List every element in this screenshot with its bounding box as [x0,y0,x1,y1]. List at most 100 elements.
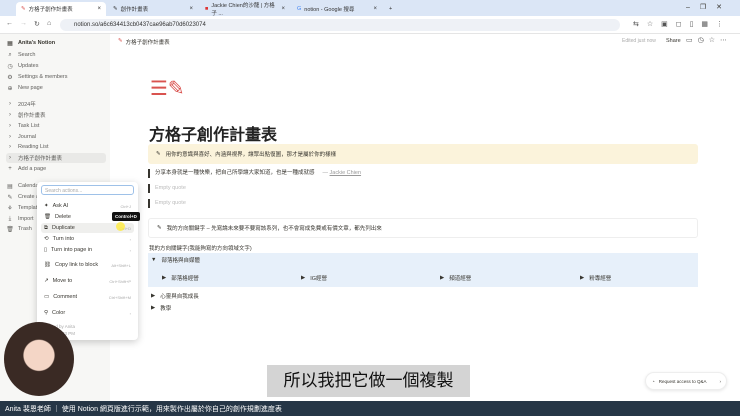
empty-quote[interactable]: Empty quote [148,184,186,193]
pencil-icon: ✎ [156,151,161,157]
page-title[interactable]: 方格子創作計畫表 [149,121,277,145]
workspace-switcher[interactable]: ▦ Anita's Notion [6,38,106,48]
page-icon: ✎ [118,38,123,44]
close-icon[interactable]: × [189,6,193,12]
callout-block[interactable]: ✎ 我的方向關鍵字 – 先寫論未來要不要寫該系列，也不會寫成免費或有價文章，都先列… [148,218,698,238]
tab-3[interactable]: ■ Jackie Chien的沙龍 | 方格子 ... × [200,2,290,17]
gear-icon: ⚙ [7,74,13,81]
close-icon[interactable]: × [373,6,377,12]
triangle-right-icon: ▶ [580,275,585,281]
sidebar-page-tasks[interactable]: › Task List [6,121,106,131]
page-icon-large[interactable]: ☰✎ [150,76,185,101]
sidebar-page-reading[interactable]: › Reading List [6,142,106,152]
presenter-webcam [4,322,74,396]
sub-toggle[interactable]: ▶ IG經營 [301,274,327,282]
chevron-right-icon: › [9,112,11,118]
sidebar-search[interactable]: ⌕ Search [6,50,106,60]
qa-icon: ◔ [652,378,655,384]
request-qa-button[interactable]: ◔ Request access to Q&A › [645,372,727,390]
trash-icon: 🗑 [6,226,14,233]
chevron-right-icon: › [9,155,11,161]
sparkle-icon: ✦ [44,203,49,209]
callout-block[interactable]: ✎ 用你的意識與喜好、內涵與視界，讓眾出點復圖，那才是屬於你的樣樣 [148,144,698,164]
triangle-right-icon: ▶ [301,275,306,281]
page-icon: ✎ [21,6,26,12]
paint-icon: ⚲ [44,310,49,316]
share-button[interactable]: Share [666,38,681,44]
create-icon: ✎ [7,194,13,201]
menu-item-color[interactable]: ⚲ Color › [41,308,134,318]
browser-toolbar-icons[interactable]: ⇆☆▣◻▯▦⋮ [633,20,731,28]
site-icon: ■ [205,6,209,12]
menu-item-comment[interactable]: ▭ Comment Ctrl+Shift+M [41,292,134,302]
toggle-2[interactable]: ▶ 心靈與自我成長 [151,292,199,300]
page-icon: ▯ [44,247,48,253]
search-actions-input[interactable]: Search actions... [41,185,134,195]
toggle-block-selected [148,253,698,287]
address-bar-row: ← → ↻ ⌂ notion.so/a6c634413cb0437cae96ab… [0,16,740,34]
menu-item-copy-link[interactable]: ⛓ Copy link to block Alt+Shift+L [41,260,134,270]
sidebar-new-page[interactable]: ⊕ New page [6,83,106,93]
tab-4[interactable]: Gnotion - Google 搜尋 × [292,2,382,16]
home-icon[interactable]: ⌂ [47,20,51,27]
sub-toggle[interactable]: ▶ 部落格經營 [162,274,199,282]
triangle-down-icon: ▼ [151,257,157,263]
quote-block[interactable]: 分享本身就是一種快樂，把自己所學讓大家知道，也是一種成就感 — Jackie Ch… [148,169,361,178]
triangle-right-icon: ▶ [151,305,156,311]
triangle-right-icon: ▶ [440,275,445,281]
sub-toggle[interactable]: ▶ 頻道經營 [440,274,471,282]
sidebar-page-2024[interactable]: › 2024年 [6,99,106,109]
sub-toggle[interactable]: ▶ 粉專經營 [580,274,611,282]
close-icon[interactable]: × [281,6,285,12]
section-heading: 我的方向關鍵字(我能夠寫的方向領域文字) [149,246,252,252]
search-icon: ⌕ [8,51,12,58]
sidebar-page-plan[interactable]: › 創作計畫表 [6,110,106,120]
tab-2[interactable]: ✎ 創作計畫表 × [108,2,198,16]
sidebar-page-journal[interactable]: › Journal [6,132,106,142]
tab-1[interactable]: ✎ 方格子創作計畫表 × [16,2,106,16]
new-tab-button[interactable]: + [384,2,397,16]
edited-status: Edited just now [622,38,656,44]
menu-item-turn-into-page[interactable]: ▯ Turn into page in › [41,245,134,255]
chevron-right-icon: › [9,123,11,129]
turn-into-icon: ⟲ [44,236,49,242]
tab-bar: ✎ 方格子創作計畫表 × ✎ 創作計畫表 × ■ Jackie Chien的沙龍 | 方格… [0,0,740,17]
copy-icon: ⧉ [44,224,48,231]
triangle-right-icon: ▶ [162,275,167,281]
topbar-icons[interactable]: ▭◷☆⋯ [686,36,732,44]
author-link[interactable]: Jackie Chien [330,170,362,176]
menu-item-move-to[interactable]: ↗ Move to Ctrl+Shift+P [41,276,134,286]
close-icon[interactable]: × [97,6,101,12]
shortcut-tooltip: Control+D [112,212,140,221]
plus-icon: + [8,166,12,172]
window-controls[interactable]: –❐✕ [686,3,732,11]
chevron-right-icon: › [9,101,11,107]
clock-icon: ◷ [7,63,13,70]
toggle-1[interactable]: ▼ 部落格與自媒體 [151,256,200,264]
sidebar-page-current[interactable]: › 方格子創作計畫表 [6,153,106,163]
calendar-icon: ▤ [7,183,13,190]
sidebar-add-page[interactable]: + Add a page [6,164,106,174]
breadcrumb[interactable]: ✎ 方格子創作計畫表 [118,38,170,46]
back-icon[interactable]: ← [6,20,13,27]
url-input[interactable]: notion.so/a6c634413cb0437cae96ab70d60230… [60,19,620,31]
link-icon: ⛓ [44,262,51,268]
import-icon: ⤓ [8,215,12,222]
triangle-right-icon: ▶ [151,293,156,299]
menu-item-turn-into[interactable]: ⟲ Turn into › [41,234,134,244]
sidebar-settings[interactable]: ⚙ Settings & members [6,72,106,82]
sidebar-updates[interactable]: ◷ Updates [6,61,106,71]
trash-icon: 🗑 [44,214,51,220]
reload-icon[interactable]: ↻ [34,20,40,28]
forward-icon[interactable]: → [20,20,27,27]
block-actions-menu: Search actions... ✦Ask AICtrl+J 🗑DeleteD… [37,182,138,340]
chevron-right-icon: › [719,378,722,384]
toggle-3[interactable]: ▶ 教學 [151,304,171,312]
cursor-highlight [116,222,125,231]
video-subtitle: 所以我把它做一個複製 [267,365,470,397]
pencil-icon: ✎ [157,225,162,231]
comment-icon: ▭ [44,294,50,300]
templates-icon: ⚘ [7,205,13,212]
menu-item-ask-ai[interactable]: ✦ Ask AI Ctrl+J [41,201,134,211]
empty-quote[interactable]: Empty quote [148,199,186,208]
